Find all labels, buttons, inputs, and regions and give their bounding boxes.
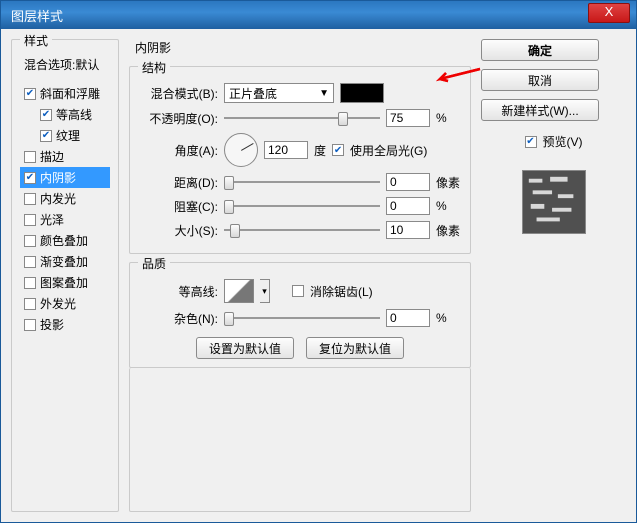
noise-unit: % bbox=[436, 311, 462, 325]
style-checkbox[interactable] bbox=[24, 151, 36, 163]
style-item-7[interactable]: 颜色叠加 bbox=[20, 230, 110, 251]
blend-options-item[interactable]: 混合选项:默认 bbox=[20, 54, 110, 75]
style-checkbox[interactable] bbox=[24, 256, 36, 268]
blend-mode-select[interactable]: 正片叠底 ▼ bbox=[224, 83, 334, 103]
style-item-label: 斜面和浮雕 bbox=[40, 85, 100, 102]
preview-label: 预览(V) bbox=[543, 133, 583, 150]
style-checkbox[interactable] bbox=[24, 193, 36, 205]
make-default-button[interactable]: 设置为默认值 bbox=[196, 337, 294, 359]
preview-checkbox[interactable] bbox=[525, 136, 537, 148]
contour-swatch[interactable] bbox=[224, 279, 254, 303]
opacity-unit: % bbox=[436, 111, 462, 125]
quality-group: 品质 等高线: ▾ 消除锯齿(L) 杂色(N): % 设置为默认值 bbox=[129, 262, 471, 368]
style-item-label: 外发光 bbox=[40, 295, 76, 312]
distance-input[interactable] bbox=[386, 173, 430, 191]
distance-unit: 像素 bbox=[436, 174, 462, 191]
antialias-checkbox[interactable] bbox=[292, 285, 304, 297]
close-button[interactable]: X bbox=[588, 3, 630, 23]
style-checkbox[interactable] bbox=[40, 109, 52, 121]
style-item-4[interactable]: 内阴影 bbox=[20, 167, 110, 188]
size-slider[interactable] bbox=[224, 222, 380, 238]
choke-slider[interactable] bbox=[224, 198, 380, 214]
styles-group: 样式 混合选项:默认 斜面和浮雕等高线纹理描边内阴影内发光光泽颜色叠加渐变叠加图… bbox=[11, 39, 119, 512]
style-checkbox[interactable] bbox=[24, 214, 36, 226]
quality-legend: 品质 bbox=[138, 255, 170, 272]
global-light-checkbox[interactable] bbox=[332, 144, 344, 156]
size-input[interactable] bbox=[386, 221, 430, 239]
style-checkbox[interactable] bbox=[24, 172, 36, 184]
style-item-10[interactable]: 外发光 bbox=[20, 293, 110, 314]
style-checkbox[interactable] bbox=[40, 130, 52, 142]
structure-legend: 结构 bbox=[138, 59, 170, 76]
ok-button[interactable]: 确定 bbox=[481, 39, 599, 61]
size-unit: 像素 bbox=[436, 222, 462, 239]
choke-label: 阻塞(C): bbox=[138, 198, 218, 215]
angle-input[interactable] bbox=[264, 141, 308, 159]
style-checkbox[interactable] bbox=[24, 319, 36, 331]
structure-group: 结构 混合模式(B): 正片叠底 ▼ 不透明度(O): % 角度( bbox=[129, 66, 471, 254]
style-item-9[interactable]: 图案叠加 bbox=[20, 272, 110, 293]
style-item-label: 投影 bbox=[40, 316, 64, 333]
annotation-arrow-icon bbox=[432, 67, 482, 83]
opacity-label: 不透明度(O): bbox=[138, 110, 218, 127]
titlebar: 图层样式 X bbox=[1, 1, 636, 29]
style-item-label: 内阴影 bbox=[40, 169, 76, 186]
style-item-2[interactable]: 纹理 bbox=[20, 125, 110, 146]
noise-label: 杂色(N): bbox=[138, 310, 218, 327]
size-label: 大小(S): bbox=[138, 222, 218, 239]
style-item-label: 描边 bbox=[40, 148, 64, 165]
chevron-down-icon: ▼ bbox=[319, 88, 329, 99]
style-item-6[interactable]: 光泽 bbox=[20, 209, 110, 230]
client-area: 样式 混合选项:默认 斜面和浮雕等高线纹理描边内阴影内发光光泽颜色叠加渐变叠加图… bbox=[1, 29, 636, 522]
style-checkbox[interactable] bbox=[24, 277, 36, 289]
panel-title: 内阴影 bbox=[135, 39, 471, 56]
style-item-1[interactable]: 等高线 bbox=[20, 104, 110, 125]
style-item-label: 图案叠加 bbox=[40, 274, 88, 291]
angle-label: 角度(A): bbox=[138, 142, 218, 159]
new-style-button[interactable]: 新建样式(W)... bbox=[481, 99, 599, 121]
choke-unit: % bbox=[436, 199, 462, 213]
window-title: 图层样式 bbox=[7, 6, 630, 25]
style-checkbox[interactable] bbox=[24, 88, 36, 100]
noise-slider[interactable] bbox=[224, 310, 380, 326]
contour-label: 等高线: bbox=[138, 283, 218, 300]
blend-mode-label: 混合模式(B): bbox=[138, 85, 218, 102]
angle-unit: 度 bbox=[314, 142, 326, 159]
distance-label: 距离(D): bbox=[138, 174, 218, 191]
style-item-label: 颜色叠加 bbox=[40, 232, 88, 249]
preview-thumbnail bbox=[522, 170, 586, 234]
style-item-label: 内发光 bbox=[40, 190, 76, 207]
reset-default-button[interactable]: 复位为默认值 bbox=[306, 337, 404, 359]
style-item-label: 光泽 bbox=[40, 211, 64, 228]
style-list: 混合选项:默认 斜面和浮雕等高线纹理描边内阴影内发光光泽颜色叠加渐变叠加图案叠加… bbox=[20, 54, 110, 335]
opacity-slider[interactable] bbox=[224, 110, 380, 126]
empty-panel-area bbox=[129, 368, 471, 512]
style-item-8[interactable]: 渐变叠加 bbox=[20, 251, 110, 272]
contour-dropdown[interactable]: ▾ bbox=[260, 279, 270, 303]
opacity-input[interactable] bbox=[386, 109, 430, 127]
style-checkbox[interactable] bbox=[24, 235, 36, 247]
style-item-3[interactable]: 描边 bbox=[20, 146, 110, 167]
angle-dial[interactable] bbox=[224, 133, 258, 167]
choke-input[interactable] bbox=[386, 197, 430, 215]
style-item-0[interactable]: 斜面和浮雕 bbox=[20, 83, 110, 104]
style-item-label: 纹理 bbox=[56, 127, 80, 144]
style-item-5[interactable]: 内发光 bbox=[20, 188, 110, 209]
style-item-label: 等高线 bbox=[56, 106, 92, 123]
cancel-button[interactable]: 取消 bbox=[481, 69, 599, 91]
style-item-label: 渐变叠加 bbox=[40, 253, 88, 270]
antialias-label: 消除锯齿(L) bbox=[310, 283, 373, 300]
style-checkbox[interactable] bbox=[24, 298, 36, 310]
noise-input[interactable] bbox=[386, 309, 430, 327]
annotation-arrow-icon bbox=[432, 67, 482, 83]
color-swatch[interactable] bbox=[340, 83, 384, 103]
style-item-11[interactable]: 投影 bbox=[20, 314, 110, 335]
styles-header: 样式 bbox=[20, 32, 52, 49]
layer-style-dialog: 图层样式 X 样式 混合选项:默认 斜面和浮雕等高线纹理描边内阴影内发光光泽颜色… bbox=[0, 0, 637, 523]
distance-slider[interactable] bbox=[224, 174, 380, 190]
global-light-label: 使用全局光(G) bbox=[350, 142, 427, 159]
